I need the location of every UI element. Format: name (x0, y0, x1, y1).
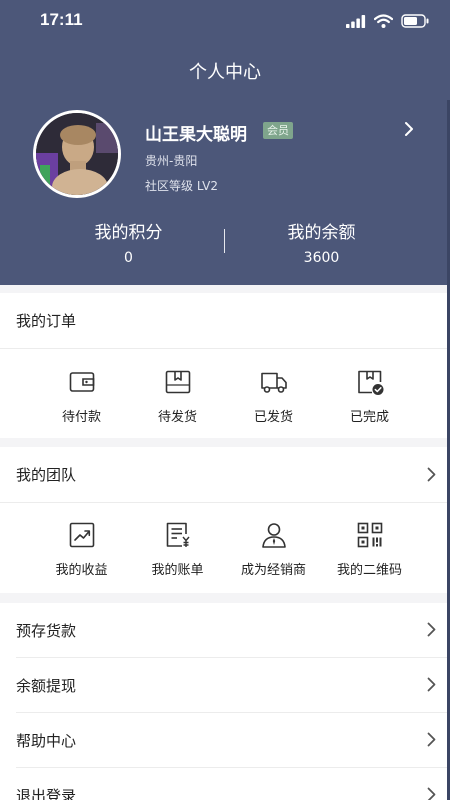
status-time: 17:11 (40, 10, 83, 29)
wifi-icon (374, 14, 393, 28)
order-item-label: 已完成 (349, 410, 389, 425)
member-badge: 会员 (263, 122, 293, 139)
stat-balance-value: 3600 (303, 250, 340, 266)
status-icons (346, 12, 430, 30)
team-title: 我的团队 (16, 466, 77, 484)
menu-item-help-center[interactable]: 帮助中心 (16, 713, 450, 768)
team-item-label: 我的收益 (55, 563, 108, 578)
order-pending-payment[interactable]: 待付款 (34, 368, 129, 425)
orders-title: 我的订单 (16, 312, 77, 330)
chevron-right-icon (427, 467, 436, 482)
community-level: 社区等级 LV2 (145, 179, 219, 193)
order-pending-shipment[interactable]: 待发货 (130, 368, 225, 425)
stat-points-value: 0 (124, 250, 133, 266)
truck-icon (260, 372, 287, 393)
avatar-image (36, 113, 118, 195)
orders-card: 我的订单 待付款 待发货 已发货 已完成 (0, 293, 450, 438)
chevron-right-icon (427, 732, 436, 747)
settings-menu: 预存货款 余额提现 帮助中心 退出登录 (0, 603, 450, 800)
menu-item-label: 预存货款 (16, 622, 77, 640)
profile-header: 17:11 个人中心 山王果大聪明 会员 贵州-贵阳 社区等级 LV2 我的积分… (0, 0, 450, 285)
stat-balance[interactable]: 我的余额 3600 (209, 218, 434, 266)
stat-points[interactable]: 我的积分 0 (16, 218, 241, 266)
order-item-label: 待付款 (61, 410, 101, 425)
qrcode-icon (357, 522, 382, 548)
team-earnings[interactable]: 我的收益 (34, 521, 129, 578)
order-completed[interactable]: 已完成 (322, 368, 417, 425)
user-location: 贵州-贵阳 (145, 154, 198, 168)
profile-chevron-right-icon[interactable] (404, 121, 414, 137)
status-bar: 17:11 (0, 0, 450, 44)
team-become-dealer[interactable]: 成为经销商 (226, 521, 321, 578)
package-icon (165, 370, 190, 394)
team-item-label: 我的账单 (151, 563, 204, 578)
team-header[interactable]: 我的团队 (0, 447, 450, 503)
stat-points-label: 我的积分 (94, 223, 163, 243)
team-card: 我的团队 我的收益 我的账单 成为经销商 我的二维码 (0, 447, 450, 593)
completed-box-icon (357, 370, 383, 395)
team-bills[interactable]: 我的账单 (130, 521, 225, 578)
avatar[interactable] (33, 110, 121, 198)
menu-item-logout[interactable]: 退出登录 (16, 768, 450, 800)
chevron-right-icon (427, 677, 436, 692)
bill-icon (166, 522, 190, 547)
wallet-icon (69, 372, 94, 392)
battery-icon (401, 14, 429, 28)
menu-item-label: 帮助中心 (16, 732, 77, 750)
signal-icon (346, 14, 366, 28)
trend-chart-icon (69, 522, 94, 548)
chevron-right-icon (427, 622, 436, 637)
menu-item-label: 退出登录 (16, 787, 77, 800)
team-item-label: 我的二维码 (336, 563, 402, 578)
page-title: 个人中心 (189, 62, 261, 83)
menu-item-prepaid-deposit[interactable]: 预存货款 (16, 603, 450, 658)
person-icon (261, 523, 286, 548)
chevron-right-icon (427, 787, 436, 800)
order-shipped[interactable]: 已发货 (226, 368, 321, 425)
orders-header[interactable]: 我的订单 (0, 293, 450, 349)
username: 山王果大聪明 (145, 125, 247, 145)
menu-item-label: 余额提现 (16, 677, 77, 695)
team-item-label: 成为经销商 (240, 563, 306, 578)
order-item-label: 待发货 (157, 410, 197, 425)
order-item-label: 已发货 (253, 410, 293, 425)
stat-balance-label: 我的余额 (287, 223, 356, 243)
menu-item-balance-withdraw[interactable]: 余额提现 (16, 658, 450, 713)
team-qrcode[interactable]: 我的二维码 (322, 521, 417, 578)
